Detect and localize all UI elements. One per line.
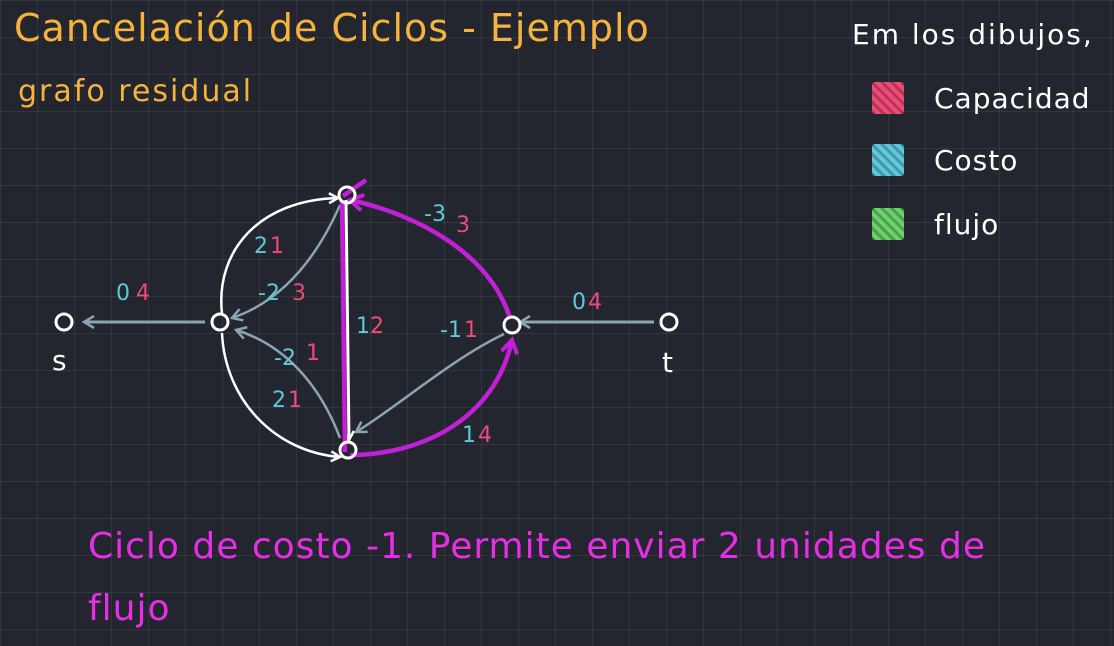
edge-right-to-bottom	[356, 332, 505, 432]
bottom-right-capacity: 4	[478, 423, 492, 448]
right-top-cost: -3	[424, 202, 446, 227]
node-s	[54, 312, 74, 332]
node-right	[502, 315, 522, 335]
vertical-capacity: 2	[370, 314, 384, 339]
edge-top-to-left	[232, 204, 342, 318]
node-left	[210, 312, 230, 332]
cycle-caption: Ciclo de costo -1. Permite enviar 2 unid…	[88, 526, 986, 629]
node-bottom	[338, 440, 358, 460]
bottom-right-cost: 1	[462, 423, 476, 448]
right-top-capacity: 3	[456, 213, 470, 238]
s-edge-capacity: 4	[136, 281, 150, 306]
top-left-cost: -2	[258, 281, 280, 306]
t-edge-cost: 0	[572, 290, 586, 315]
left-top-cost: 2	[254, 234, 268, 259]
vertical-cost: 1	[356, 314, 370, 339]
right-bottom-capacity: 1	[464, 318, 478, 343]
top-left-capacity: 3	[292, 281, 306, 306]
bottom-left-capacity: 1	[306, 341, 320, 366]
s-edge-cost: 0	[116, 281, 130, 306]
node-t	[659, 312, 679, 332]
bottom-left-cost: -2	[274, 346, 296, 371]
cycle-edge-top-to-bottom	[339, 199, 348, 453]
left-bottom-capacity: 1	[288, 388, 302, 413]
right-bottom-cost: -1	[440, 318, 462, 343]
node-t-label: t	[662, 346, 673, 379]
left-bottom-cost: 2	[272, 388, 286, 413]
node-s-label: s	[52, 344, 67, 377]
left-top-capacity: 1	[270, 234, 284, 259]
t-edge-capacity: 4	[588, 290, 602, 315]
